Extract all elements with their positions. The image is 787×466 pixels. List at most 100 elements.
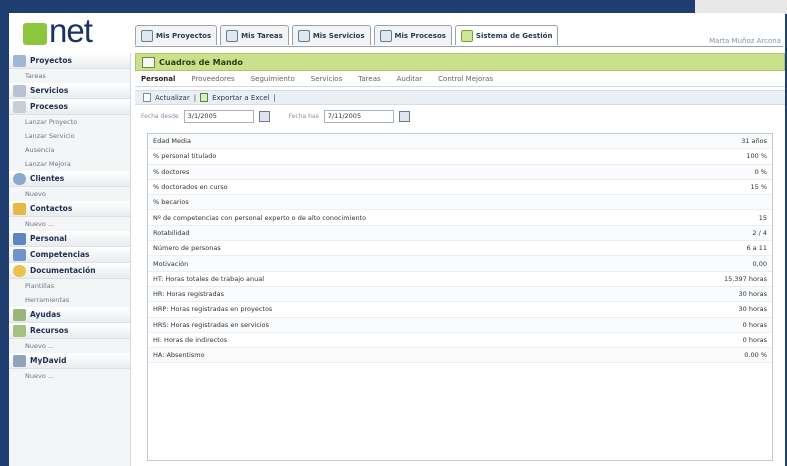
refresh-icon — [143, 93, 151, 102]
resources-icon — [13, 324, 26, 337]
sidebar-section-label: Recursos — [30, 326, 69, 335]
date-to-input[interactable] — [323, 109, 394, 123]
sidebar-section-label: Ayudas — [30, 310, 61, 319]
sidebar-section-label: MyDavid — [30, 356, 67, 365]
sidebar-section-servicios[interactable]: Servicios — [9, 83, 130, 99]
sidebar-section-clientes[interactable]: Clientes — [9, 171, 130, 187]
kpi-value: 31 años — [741, 137, 767, 146]
sidebar-link[interactable]: Nuevo — [9, 187, 130, 201]
sidebar-link[interactable]: Tareas — [9, 69, 130, 83]
sidebar: Proyectos Tareas Servicios Procesos Lanz… — [9, 53, 131, 466]
subtab-proveedores[interactable]: Proveedores — [191, 75, 234, 83]
sidebar-section-procesos[interactable]: Procesos — [9, 99, 130, 115]
subtab-tareas[interactable]: Tareas — [358, 75, 380, 83]
sidebar-section-recursos[interactable]: Recursos — [9, 323, 130, 339]
kpi-row: % personal titulado 100 % — [148, 149, 772, 165]
kpi-value: 100 % — [746, 152, 767, 161]
dashboard-icon — [460, 29, 473, 42]
dashboard-icon — [142, 56, 155, 68]
tab-mis-servicios[interactable]: Mis Servicios — [291, 25, 371, 45]
page-title: Cuadros de Mando — [159, 57, 243, 67]
kpi-row: Número de personas 6 a 11 — [148, 241, 772, 257]
tab-label: Sistema de Gestión — [475, 31, 553, 40]
sidebar-link[interactable]: Nuevo ... — [9, 217, 130, 231]
sidebar-section-documentacion[interactable]: Documentación — [9, 263, 130, 279]
kpi-value: 30 horas — [738, 305, 767, 314]
kpi-value: 15.397 horas — [724, 274, 767, 283]
kpi-label: Edad Media — [153, 137, 191, 146]
sidebar-link[interactable]: Lanzar Servicio — [9, 129, 130, 143]
kpi-label: HRS: Horas registradas en servicios — [153, 320, 270, 329]
kpi-table: Edad Media 31 años % personal titulado 100… — [147, 133, 773, 461]
calendar-icon[interactable] — [258, 110, 270, 122]
date-from-input[interactable] — [183, 109, 254, 123]
kpi-value: 0.00 % — [744, 351, 767, 360]
toolbar-separator: | — [193, 93, 197, 102]
kpi-label: HR: Horas registradas — [153, 290, 224, 299]
tab-mis-tareas[interactable]: Mis Tareas — [220, 25, 289, 45]
refresh-button[interactable]: Actualizar — [155, 94, 190, 102]
kpi-value: 2 / 4 — [752, 228, 767, 237]
sidebar-section-personal[interactable]: Personal — [9, 231, 130, 247]
app-window: net Mis Proyectos Mis Tareas Mis Servici… — [9, 13, 785, 466]
kpi-row: Nº de competencias con personal experto … — [148, 210, 772, 226]
export-excel-button[interactable]: Exportar a Excel — [212, 94, 269, 102]
sidebar-link[interactable]: Herramientas — [9, 293, 130, 307]
header-divider — [135, 46, 783, 47]
sidebar-section-mydavid[interactable]: MyDavid — [9, 353, 130, 369]
kpi-label: Rotabilidad — [153, 228, 190, 237]
subtab-control-mejoras[interactable]: Control Mejoras — [438, 75, 493, 83]
services-icon — [297, 29, 310, 42]
sidebar-link[interactable]: Nuevo ... — [9, 369, 130, 383]
kpi-row: HRS: Horas registradas en servicios 0 hor… — [148, 317, 772, 333]
subtabs: Personal Proveedores Seguimiento Servici… — [135, 71, 785, 87]
sidebar-section-ayudas[interactable]: Ayudas — [9, 307, 130, 323]
kpi-row: Edad Media 31 años — [148, 134, 772, 150]
kpi-label: HA: Absentismo — [153, 351, 205, 360]
sidebar-link[interactable]: Lanzar Proyecto — [9, 115, 130, 129]
panel-header: Cuadros de Mando — [135, 53, 785, 71]
services-icon — [13, 84, 26, 97]
sidebar-section-contactos[interactable]: Contactos — [9, 201, 130, 217]
tab-label: Mis Proyectos — [156, 31, 212, 40]
sidebar-link[interactable]: Ausencia — [9, 143, 130, 157]
kpi-row: Rotabilidad 2 / 4 — [148, 225, 772, 242]
tab-sistema-gestion[interactable]: Sistema de Gestión — [454, 25, 559, 45]
kpi-row: % doctores 0 % — [148, 164, 772, 180]
subtab-personal[interactable]: Personal — [141, 75, 175, 83]
subtab-servicios[interactable]: Servicios — [311, 75, 342, 83]
logo-mark — [23, 23, 47, 45]
sidebar-section-competencias[interactable]: Competencias — [9, 247, 130, 263]
calendar-icon — [226, 29, 239, 42]
sidebar-link[interactable]: Nuevo ... — [9, 339, 130, 353]
toolbar: Actualizar | Exportar a Excel | — [135, 90, 785, 105]
kpi-label: HT: Horas totales de trabajo anual — [153, 274, 265, 283]
kpi-label: % doctores — [153, 167, 190, 176]
help-icon — [13, 308, 26, 321]
sidebar-section-label: Personal — [30, 234, 67, 243]
header: net Mis Proyectos Mis Tareas Mis Servici… — [9, 13, 785, 51]
kpi-label: Nº de competencias con personal experto … — [153, 213, 367, 222]
sidebar-section-label: Clientes — [30, 174, 65, 183]
kpi-row: HA: Absentismo 0.00 % — [148, 348, 772, 364]
kpi-row: % doctorados en curso 15 % — [148, 180, 772, 196]
date-from-label: Fecha desde — [141, 112, 179, 120]
kpi-row: HI: Horas de indirectos 0 horas — [148, 333, 772, 349]
sidebar-link[interactable]: Lanzar Mejora — [9, 157, 130, 171]
kpi-row: HR: Horas registradas 30 horas — [148, 286, 772, 303]
tab-mis-proyectos[interactable]: Mis Proyectos — [135, 25, 218, 45]
subtab-seguimiento[interactable]: Seguimiento — [251, 75, 295, 83]
sidebar-link[interactable]: Plantillas — [9, 279, 130, 293]
kpi-value: 0,00 — [752, 259, 767, 268]
main-content: Cuadros de Mando Personal Proveedores Se… — [135, 53, 785, 466]
personnel-icon — [13, 232, 26, 245]
kpi-label: Número de personas — [153, 244, 221, 253]
tab-mis-procesos[interactable]: Mis Procesos — [373, 25, 452, 45]
process-icon — [379, 29, 392, 42]
tab-label: Mis Tareas — [241, 31, 283, 40]
sidebar-section-proyectos[interactable]: Proyectos — [9, 53, 130, 69]
toolbar-separator: | — [273, 93, 276, 102]
kpi-value: 30 horas — [738, 290, 767, 299]
subtab-auditar[interactable]: Auditar — [397, 75, 423, 83]
calendar-icon[interactable] — [398, 110, 410, 122]
